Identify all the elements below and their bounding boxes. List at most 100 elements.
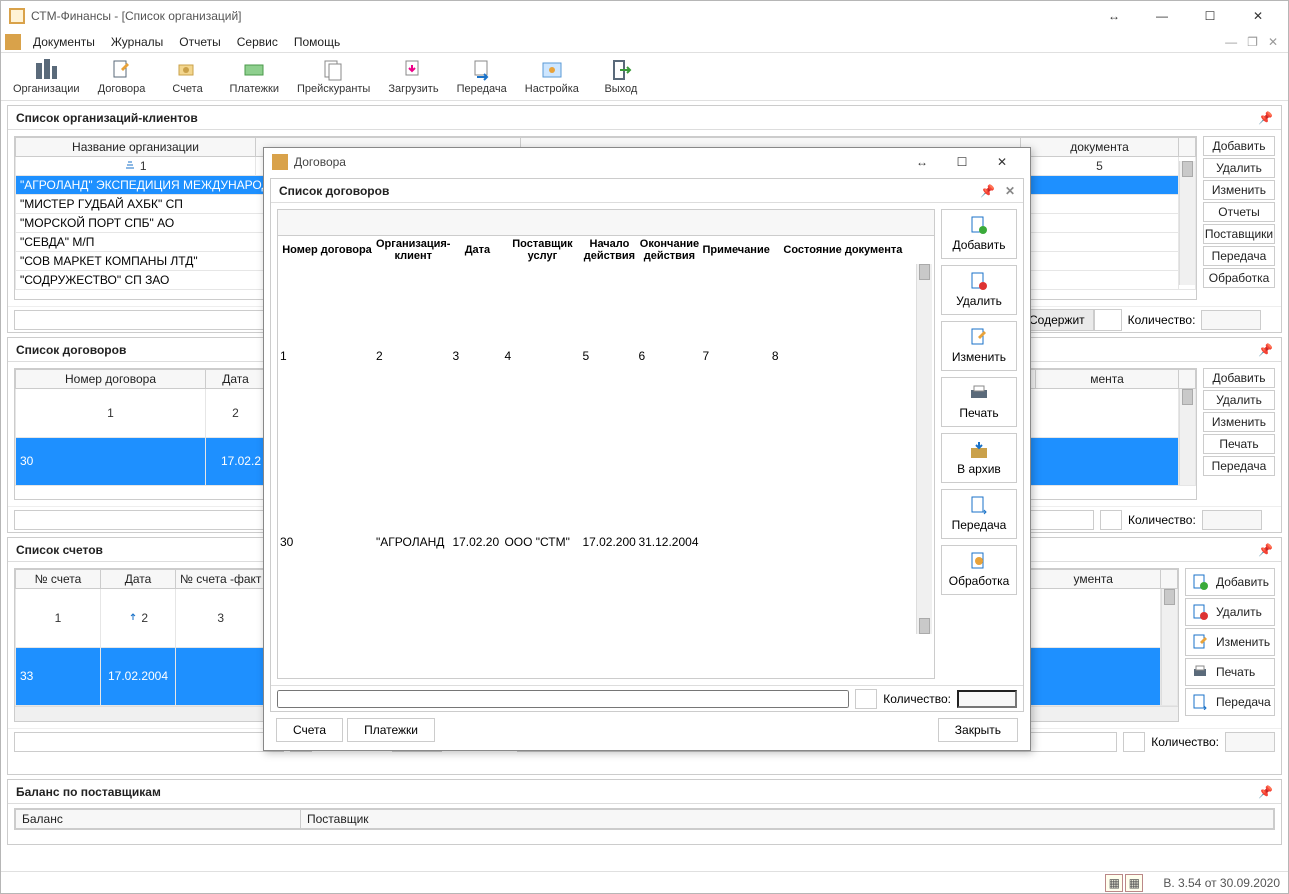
printer-icon — [969, 384, 989, 404]
org-suppliers-button[interactable]: Поставщики — [1203, 224, 1275, 244]
document-pencil-icon — [111, 59, 133, 81]
invoices-delete-button[interactable]: Удалить — [1185, 598, 1275, 626]
dlg-payments-button[interactable]: Платежки — [347, 718, 435, 742]
toolbar-settings[interactable]: Настройка — [521, 57, 583, 97]
dialog-maximize-button[interactable]: ☐ — [942, 149, 982, 175]
menu-help[interactable]: Помощь — [286, 33, 348, 51]
app-icon — [9, 8, 25, 24]
payment-icon — [243, 59, 265, 81]
dlg-filter-check[interactable] — [855, 689, 877, 709]
dlg-close-button[interactable]: Закрыть — [938, 718, 1018, 742]
col-contract-num[interactable]: Номер договора — [16, 370, 206, 389]
dialog-titlebar[interactable]: Договора ↔ ☐ ✕ — [264, 148, 1030, 176]
dialog-resize-icon[interactable]: ↔ — [902, 149, 942, 175]
pin-icon[interactable]: 📌 — [1258, 343, 1273, 357]
window-minimize-button[interactable]: — — [1140, 2, 1184, 30]
contracts-print-button[interactable]: Печать — [1203, 434, 1275, 454]
documents-icon — [323, 59, 345, 81]
toolbar-invoices[interactable]: Счета — [160, 57, 216, 97]
status-icon-1[interactable]: ▦ — [1105, 874, 1123, 892]
contracts-delete-button[interactable]: Удалить — [1203, 390, 1275, 410]
invoices-search1[interactable] — [14, 732, 284, 752]
org-reports-button[interactable]: Отчеты — [1203, 202, 1275, 222]
dlg-transfer-button[interactable]: Передача — [941, 489, 1017, 539]
menu-documents[interactable]: Документы — [25, 33, 103, 51]
balance-grid[interactable]: БалансПоставщик — [14, 808, 1275, 830]
dlg-delete-button[interactable]: Удалить — [941, 265, 1017, 315]
dialog-contracts-grid[interactable]: Номер договора Организация-клиент Дата П… — [277, 209, 935, 679]
org-transfer-button[interactable]: Передача — [1203, 246, 1275, 266]
document-plus-icon — [969, 216, 989, 236]
dlg-add-button[interactable]: Добавить — [941, 209, 1017, 259]
toolbar-load[interactable]: Загрузить — [384, 57, 442, 97]
mdi-minimize-button[interactable]: — — [1225, 35, 1237, 49]
gear-document-icon — [969, 552, 989, 572]
resize-handle-icon[interactable]: ↔ — [1092, 2, 1136, 30]
menu-reports[interactable]: Отчеты — [171, 33, 228, 51]
pin-icon[interactable]: 📌 — [1258, 111, 1273, 125]
toolbar-payments[interactable]: Платежки — [226, 57, 283, 97]
sort-asc-icon[interactable] — [128, 612, 138, 622]
pin-icon[interactable]: 📌 — [1258, 785, 1273, 799]
org-process-button[interactable]: Обработка — [1203, 268, 1275, 288]
menu-journals[interactable]: Журналы — [103, 33, 171, 51]
filter-toggle-button[interactable] — [1094, 309, 1122, 331]
filter-contains-button[interactable]: Содержит — [1020, 309, 1094, 331]
toolbar-exit[interactable]: Выход — [593, 57, 649, 97]
menu-service[interactable]: Сервис — [229, 33, 286, 51]
dialog-subtitle: Список договоров — [279, 184, 389, 198]
panel-invoices-title: Список счетов — [16, 543, 103, 557]
dlg-invoices-button[interactable]: Счета — [276, 718, 343, 742]
org-qty-label: Количество: — [1128, 313, 1196, 327]
toolbar-pricelists[interactable]: Прейскуранты — [293, 57, 374, 97]
pin-icon[interactable]: 📌 — [1258, 543, 1273, 557]
dialog-close-button[interactable]: ✕ — [982, 149, 1022, 175]
col-doc[interactable]: документа — [1021, 138, 1179, 157]
col-contract-date[interactable]: Дата — [206, 370, 266, 389]
document-plus-icon — [1192, 574, 1208, 590]
table-row[interactable]: 30 "АГРОЛАНД 17.02.20 ООО "СТМ" 17.02.20… — [280, 450, 932, 634]
buildings-icon — [34, 59, 58, 81]
col-org-name[interactable]: Название организации — [16, 138, 256, 157]
download-icon — [402, 59, 424, 81]
dlg-search-input[interactable] — [277, 690, 849, 708]
dlg-edit-button[interactable]: Изменить — [941, 321, 1017, 371]
dlg-process-button[interactable]: Обработка — [941, 545, 1017, 595]
contracts-edit-button[interactable]: Изменить — [1203, 412, 1275, 432]
main-toolbar: Организации Договора Счета Платежки Прей… — [1, 53, 1288, 101]
status-icon-2[interactable]: ▦ — [1125, 874, 1143, 892]
printer-icon — [1192, 664, 1208, 680]
mdi-close-button[interactable]: ✕ — [1268, 35, 1278, 49]
dialog-icon — [272, 154, 288, 170]
panel-balance-title: Баланс по поставщикам — [16, 785, 161, 799]
window-title: СТМ-Финансы - [Список организаций] — [31, 9, 1092, 23]
mdi-restore-button[interactable]: ❐ — [1247, 35, 1258, 49]
invoices-qty2-label: Количество: — [1151, 735, 1219, 749]
invoices-edit-button[interactable]: Изменить — [1185, 628, 1275, 656]
sort-asc-icon[interactable] — [124, 160, 136, 170]
archive-icon — [969, 440, 989, 460]
window-close-button[interactable]: ✕ — [1236, 2, 1280, 30]
contracts-add-button[interactable]: Добавить — [1203, 368, 1275, 388]
toolbar-transfer[interactable]: Передача — [453, 57, 511, 97]
invoices-add-button[interactable]: Добавить — [1185, 568, 1275, 596]
dlg-archive-button[interactable]: В архив — [941, 433, 1017, 483]
org-add-button[interactable]: Добавить — [1203, 136, 1275, 156]
mdi-icon — [5, 34, 21, 50]
dlg-print-button[interactable]: Печать — [941, 377, 1017, 427]
window-maximize-button[interactable]: ☐ — [1188, 2, 1232, 30]
invoices-print-button[interactable]: Печать — [1185, 658, 1275, 686]
contracts-dialog: Договора ↔ ☐ ✕ Список договоров 📌 ✕ Номе… — [263, 147, 1031, 751]
toolbar-contracts[interactable]: Договора — [94, 57, 150, 97]
org-delete-button[interactable]: Удалить — [1203, 158, 1275, 178]
toolbar-organizations[interactable]: Организации — [9, 57, 84, 97]
invoices-transfer-button[interactable]: Передача — [1185, 688, 1275, 716]
invoices-check2[interactable] — [1123, 732, 1145, 752]
contracts-filter-check[interactable] — [1100, 510, 1122, 530]
panel-close-icon[interactable]: ✕ — [1005, 184, 1015, 198]
org-edit-button[interactable]: Изменить — [1203, 180, 1275, 200]
transfer-icon — [471, 59, 493, 81]
pin-icon[interactable]: 📌 — [980, 184, 995, 198]
contracts-transfer-button[interactable]: Передача — [1203, 456, 1275, 476]
document-x-icon — [1192, 604, 1208, 620]
